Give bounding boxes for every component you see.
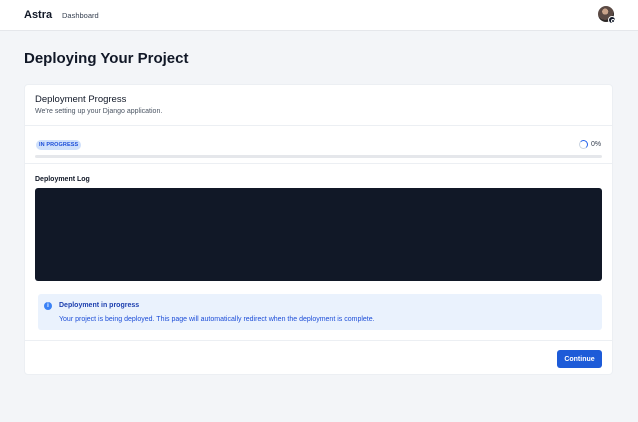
continue-button[interactable]: Continue — [557, 350, 602, 368]
deployment-progress-subtitle: We're setting up your Django application… — [35, 108, 163, 115]
info-icon: i — [44, 302, 52, 310]
deployment-log-console[interactable] — [35, 188, 602, 281]
deployment-log-label: Deployment Log — [35, 176, 90, 183]
deployment-progress-title: Deployment Progress — [35, 94, 127, 105]
section-divider — [24, 125, 613, 126]
status-badge: IN PROGRESS — [36, 140, 82, 150]
nav-dashboard-link[interactable]: Dashboard — [62, 11, 99, 20]
info-alert — [38, 294, 602, 330]
top-navigation-bar: Astra Dashboard — [0, 0, 638, 31]
alert-title: Deployment in progress — [59, 302, 140, 309]
progress-bar — [35, 155, 602, 158]
section-divider — [24, 340, 613, 341]
page-title: Deploying Your Project — [24, 50, 189, 67]
section-divider — [24, 163, 613, 164]
github-badge-icon — [608, 16, 616, 24]
alert-message: Your project is being deployed. This pag… — [59, 316, 375, 323]
loading-spinner-icon — [579, 140, 588, 149]
user-avatar[interactable] — [598, 6, 616, 24]
progress-percent: 0% — [591, 141, 602, 148]
brand-logo[interactable]: Astra — [24, 9, 52, 21]
